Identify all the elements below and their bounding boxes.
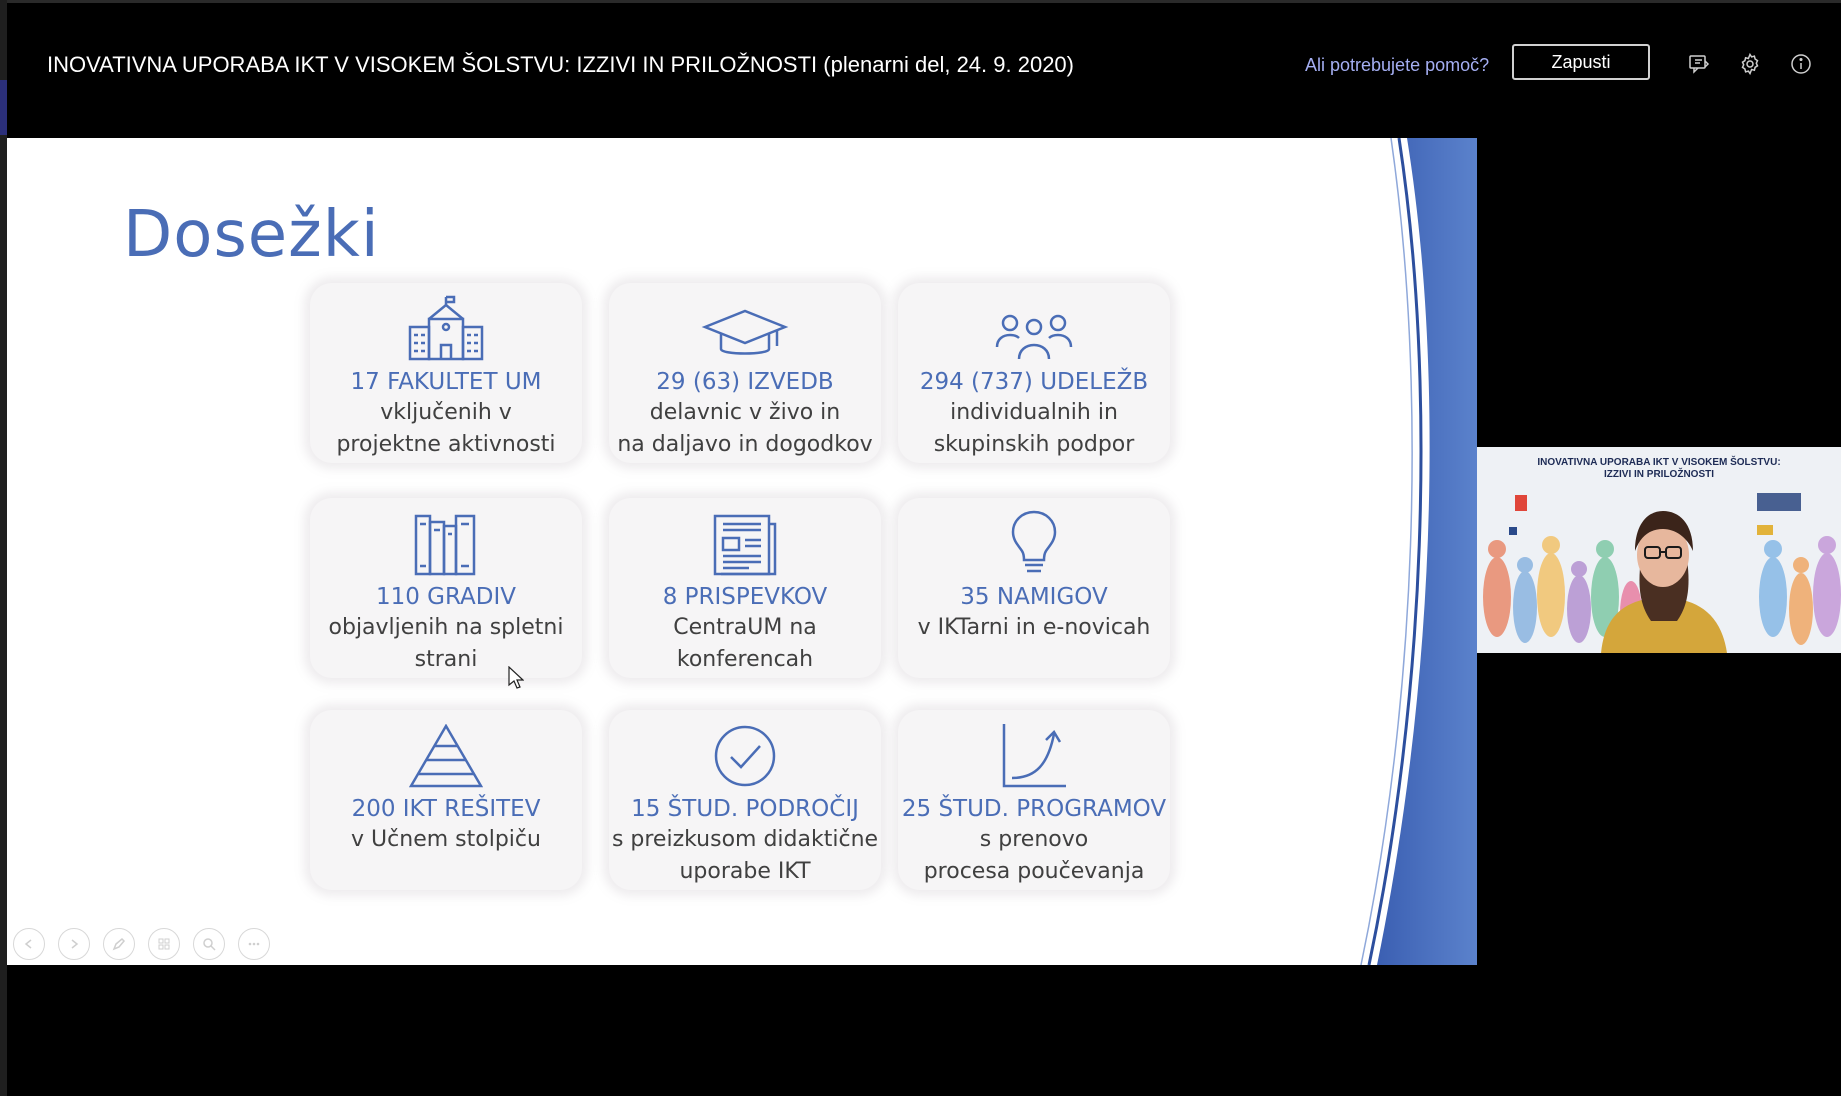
card-description: v IKTarni in e-novicah [917,615,1151,640]
pyramid-icon [310,710,582,788]
info-icon[interactable] [1787,50,1815,78]
presenter-video-tile[interactable]: INOVATIVNA UPORABA IKT V VISOKEM ŠOLSTVU… [1477,447,1841,653]
card-description: objavljenih na spletni strani [328,615,564,672]
help-link[interactable]: Ali potrebujete pomoč? [1305,55,1489,76]
window-top-border [0,0,1841,3]
people-group-icon [898,283,1170,361]
card-description: individualnih in skupinskih podpor [933,400,1135,457]
card-participations: 294 (737) UDELEŽB individualnih in skupi… [898,283,1170,463]
leave-button[interactable]: Zapusti [1512,44,1650,80]
card-highlight: 294 (737) UDELEŽB [919,369,1149,395]
books-icon [310,498,582,576]
card-highlight: 200 IKT REŠITEV [351,796,541,822]
checkmark-circle-icon [609,710,881,788]
card-description: v Učnem stolpiču [351,827,541,852]
slide-controls [13,928,270,960]
video-banner-line1: INOVATIVNA UPORABA IKT V VISOKEM ŠOLSTVU… [1537,457,1781,468]
gear-icon[interactable] [1736,50,1764,78]
left-app-rail [0,0,7,1096]
more-options-icon[interactable] [238,928,270,960]
card-highlight: 110 GRADIV [375,584,517,610]
rail-accent [0,80,7,135]
card-contributions: 8 PRISPEVKOV CentraUM na konferencah [609,498,881,678]
card-tips: 35 NAMIGOV v IKTarni in e-novicah [898,498,1170,678]
card-highlight: 15 ŠTUD. PODROČIJ [631,796,859,822]
card-highlight: 35 NAMIGOV [960,584,1108,610]
card-description: vključenih v projektne aktivnosti [336,400,556,457]
mouse-pointer-icon [508,666,524,689]
card-description: s preizkusom didaktične uporabe IKT [611,827,879,884]
card-highlight: 8 PRISPEVKOV [662,584,828,610]
pen-icon[interactable] [103,928,135,960]
card-description: s prenovo procesa poučevanja [923,827,1145,884]
video-banner-line2: IZZIVI IN PRILOŽNOSTI [1604,469,1714,480]
presentation-slide: Dosežki 17 FAKULTET UM vključenih v proj… [7,138,1477,965]
video-banner-title: INOVATIVNA UPORABA IKT V VISOKEM ŠOLSTVU… [1477,457,1841,481]
card-highlight: 25 ŠTUD. PROGRAMOV [901,796,1167,822]
card-highlight: 17 FAKULTET UM [350,369,542,395]
slide-title: Dosežki [123,198,380,272]
card-ict-solutions: 200 IKT REŠITEV v Učnem stolpiču [310,710,582,890]
meeting-title: INOVATIVNA UPORABA IKT V VISOKEM ŠOLSTVU… [47,52,1074,77]
card-description: CentraUM na konferencah [673,615,817,672]
card-faculties: 17 FAKULTET UM vključenih v projektne ak… [310,283,582,463]
card-events: 29 (63) IZVEDB delavnic v živo in na dal… [609,283,881,463]
newspaper-icon [609,498,881,576]
next-slide-icon[interactable] [58,928,90,960]
card-materials: 110 GRADIV objavljenih na spletni strani [310,498,582,678]
growth-chart-icon [898,710,1170,788]
lightbulb-icon [898,498,1170,576]
graduation-cap-icon [609,283,881,361]
feedback-icon[interactable] [1685,50,1713,78]
card-study-programmes: 25 ŠTUD. PROGRAMOV s prenovo procesa pou… [898,710,1170,890]
card-description: delavnic v živo in na daljavo in dogodko… [617,400,873,457]
slides-grid-icon[interactable] [148,928,180,960]
card-study-fields: 15 ŠTUD. PODROČIJ s preizkusom didaktičn… [609,710,881,890]
card-highlight: 29 (63) IZVEDB [656,369,834,395]
previous-slide-icon[interactable] [13,928,45,960]
zoom-icon[interactable] [193,928,225,960]
school-building-icon [310,283,582,361]
